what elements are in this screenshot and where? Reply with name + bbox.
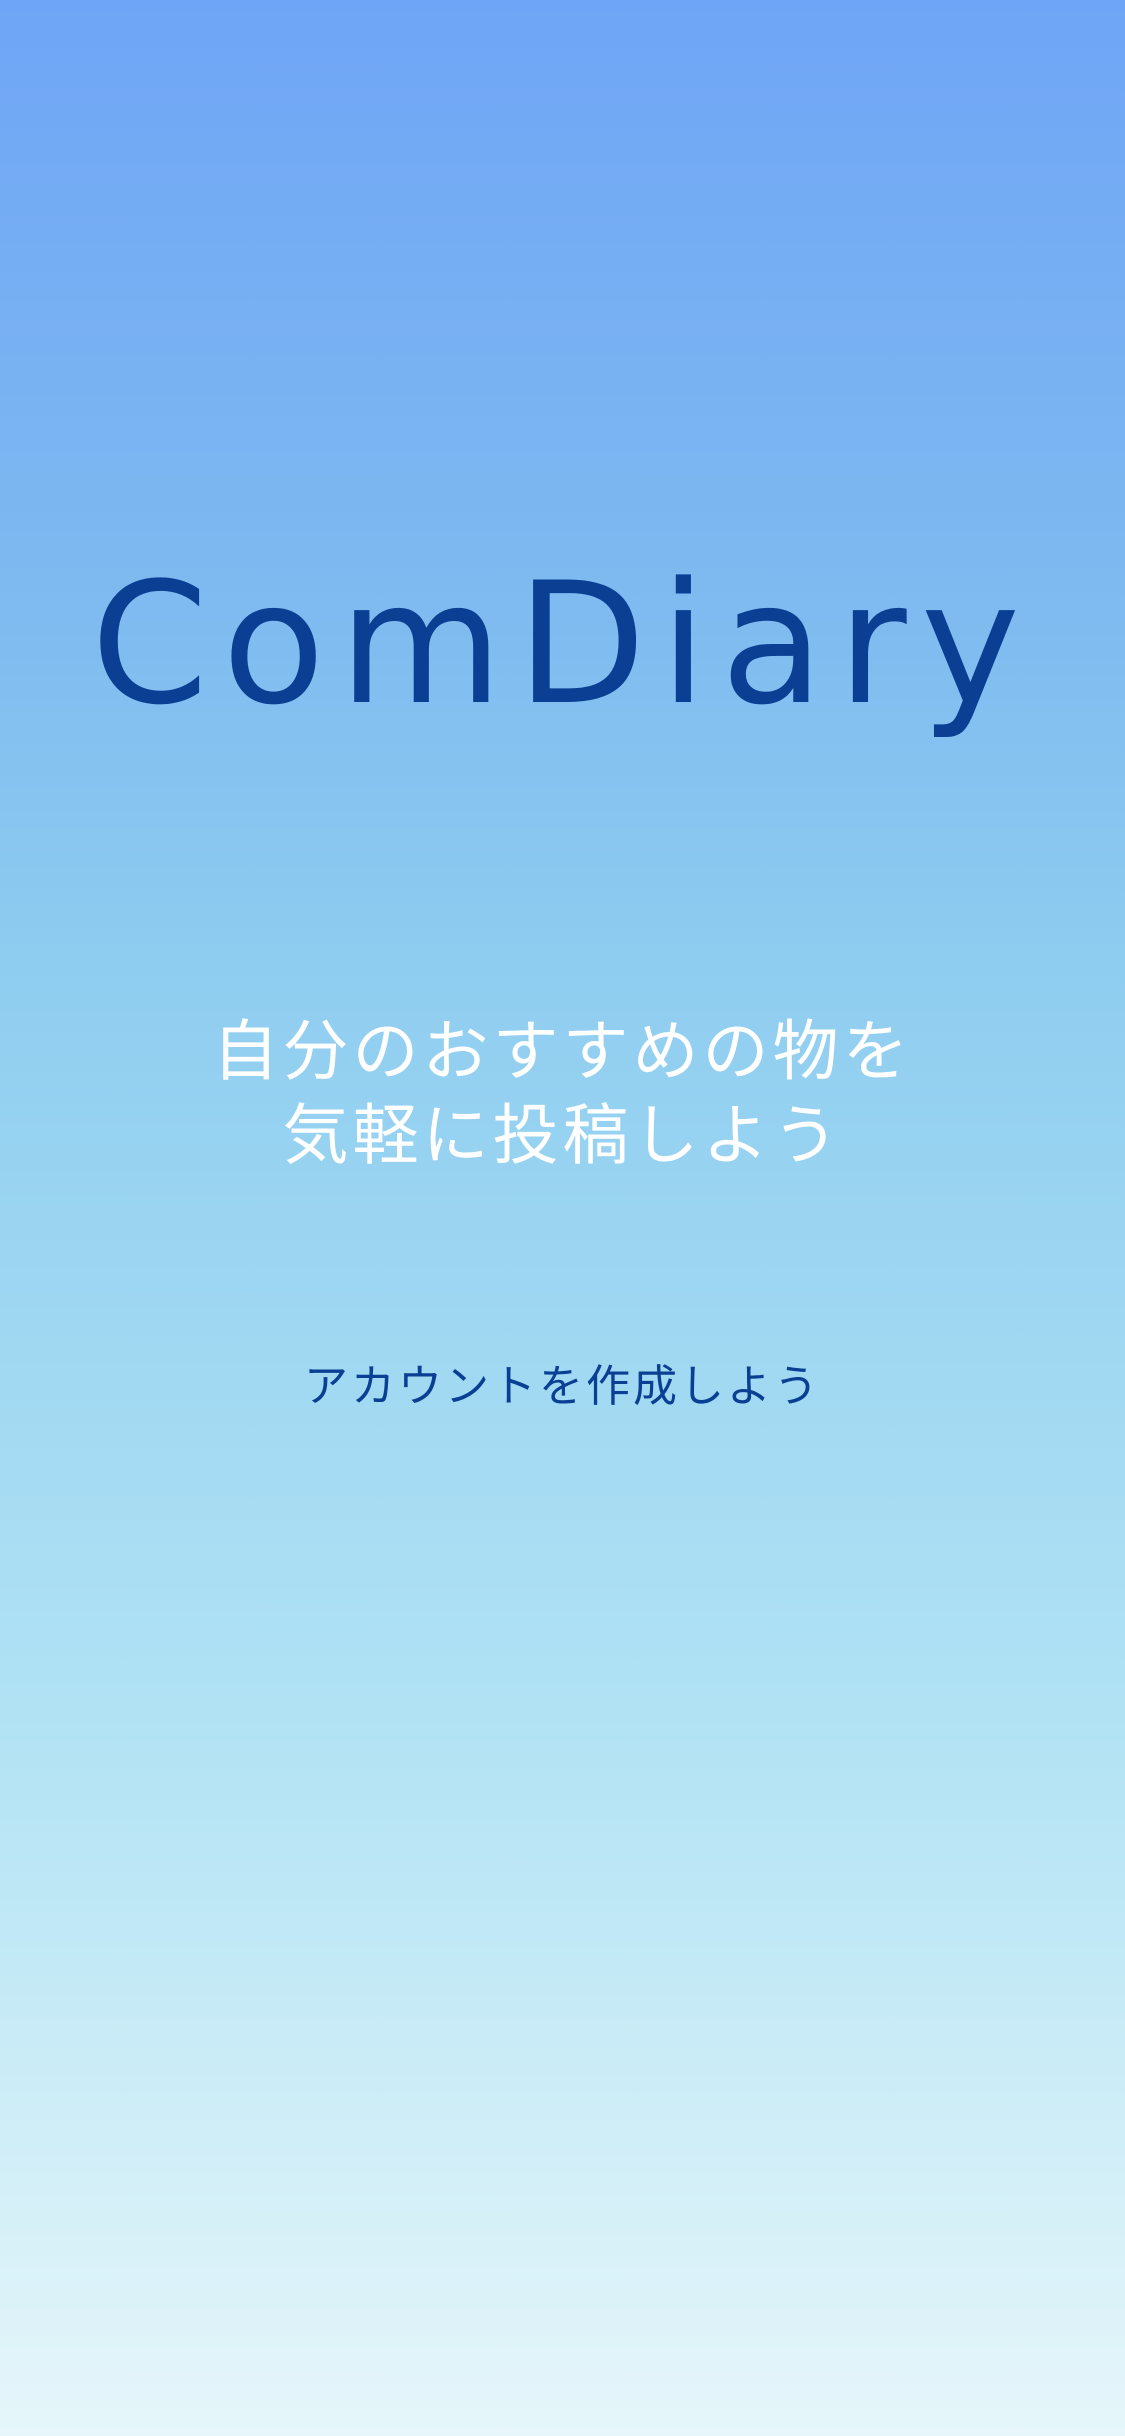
welcome-screen: ComDiary 自分のおすすめの物を 気軽に投稿しよう アカウントを作成しよう (0, 0, 1125, 2436)
tagline: 自分のおすすめの物を 気軽に投稿しよう (0, 1010, 1125, 1178)
tagline-line-2: 気軽に投稿しよう (282, 1097, 843, 1174)
app-title: ComDiary (90, 546, 1035, 742)
tagline-line-1: 自分のおすすめの物を (212, 1013, 913, 1090)
create-account-button[interactable]: アカウントを作成しよう (0, 1365, 1125, 1409)
